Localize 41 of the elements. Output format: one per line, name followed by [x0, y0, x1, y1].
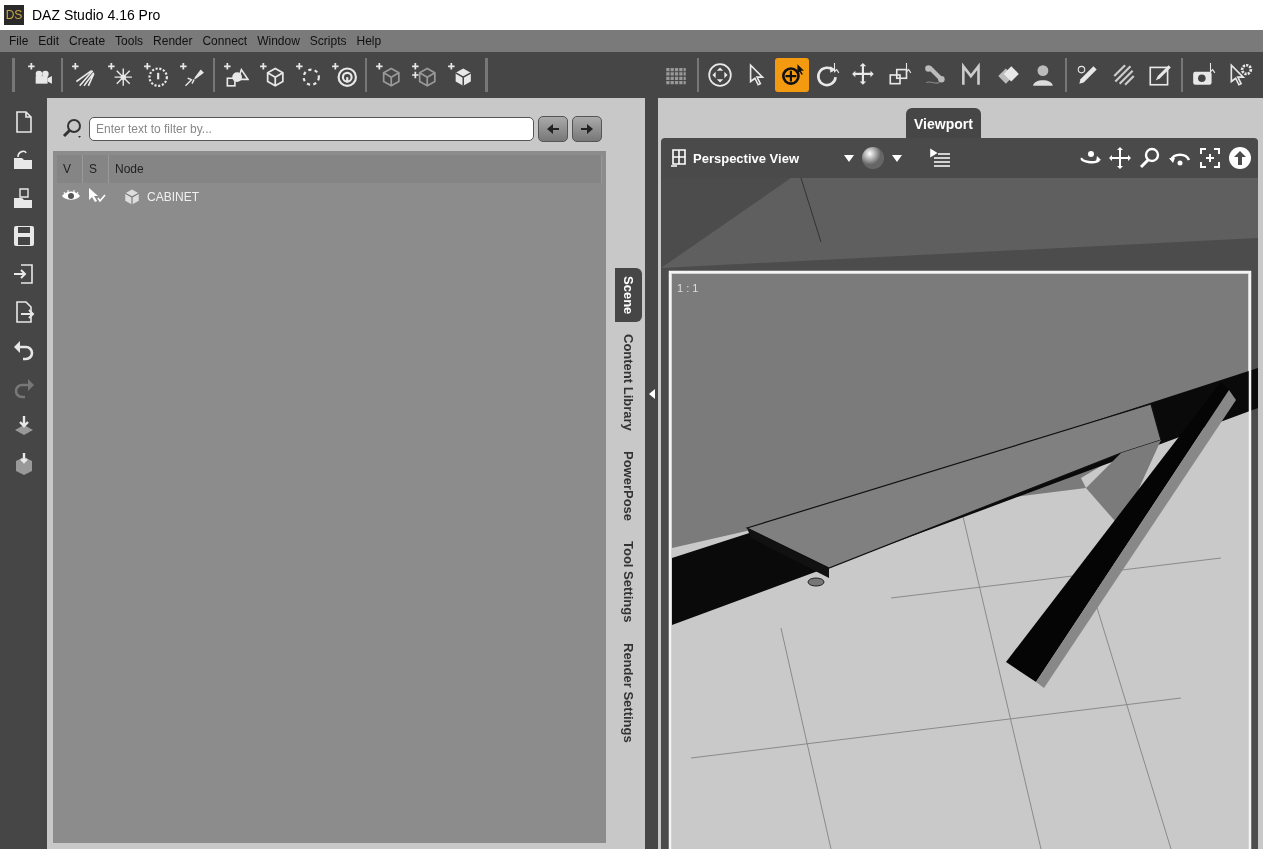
viewport-tab[interactable]: Viewport	[906, 108, 981, 138]
pane-tab[interactable]: PowerPose	[615, 443, 642, 530]
cursor-check-icon[interactable]	[87, 187, 107, 203]
up-arrow-icon[interactable]	[1228, 146, 1252, 170]
menu-icon[interactable]	[929, 148, 951, 168]
menu-item[interactable]: Help	[351, 34, 387, 48]
forward-button[interactable]	[572, 115, 602, 142]
pane-tab[interactable]: Scene	[615, 268, 642, 323]
pane-tab[interactable]: Content Library	[615, 326, 642, 440]
menu-item[interactable]: Edit	[33, 34, 65, 48]
pane-tab[interactable]: Render Settings	[615, 634, 642, 751]
view-dropdown[interactable]: Perspective View	[669, 147, 801, 169]
window-title: DAZ Studio 4.16 Pro	[32, 7, 161, 23]
frame-icon[interactable]	[1198, 146, 1222, 170]
pane-tab[interactable]: Tool Settings	[615, 533, 642, 631]
menu-item[interactable]: Tools	[110, 34, 149, 48]
menu-item[interactable]: Scripts	[304, 34, 352, 48]
menu-item[interactable]: Render	[148, 34, 198, 48]
cube-icon	[123, 188, 141, 206]
zoom-icon[interactable]	[1138, 146, 1162, 170]
3d-scene-drawing[interactable]	[661, 178, 1258, 849]
node-name[interactable]: CABINET	[147, 190, 199, 204]
eye-icon[interactable]	[61, 187, 81, 203]
caret-icon[interactable]	[891, 152, 903, 164]
menu-item[interactable]: Create	[64, 34, 111, 48]
column-header[interactable]: V	[57, 155, 83, 183]
menu-item[interactable]: Connect	[197, 34, 253, 48]
menu-item[interactable]: Window	[252, 34, 305, 48]
caret-icon[interactable]	[843, 152, 855, 164]
left-arrow-icon	[547, 123, 559, 134]
move-icon[interactable]	[1108, 146, 1132, 170]
aspect-label: 1 : 1	[677, 282, 699, 294]
window-grid-icon	[671, 149, 687, 167]
column-header[interactable]: S	[83, 155, 109, 183]
sphere-icon[interactable]	[861, 146, 885, 170]
menu-item[interactable]: File	[4, 34, 34, 48]
filter-field[interactable]: Enter text to filter by...	[89, 116, 534, 141]
column-header[interactable]: Node	[109, 155, 602, 183]
right-arrow-icon	[581, 123, 593, 134]
back-button[interactable]	[538, 115, 568, 142]
app-logo: DS	[4, 5, 24, 25]
